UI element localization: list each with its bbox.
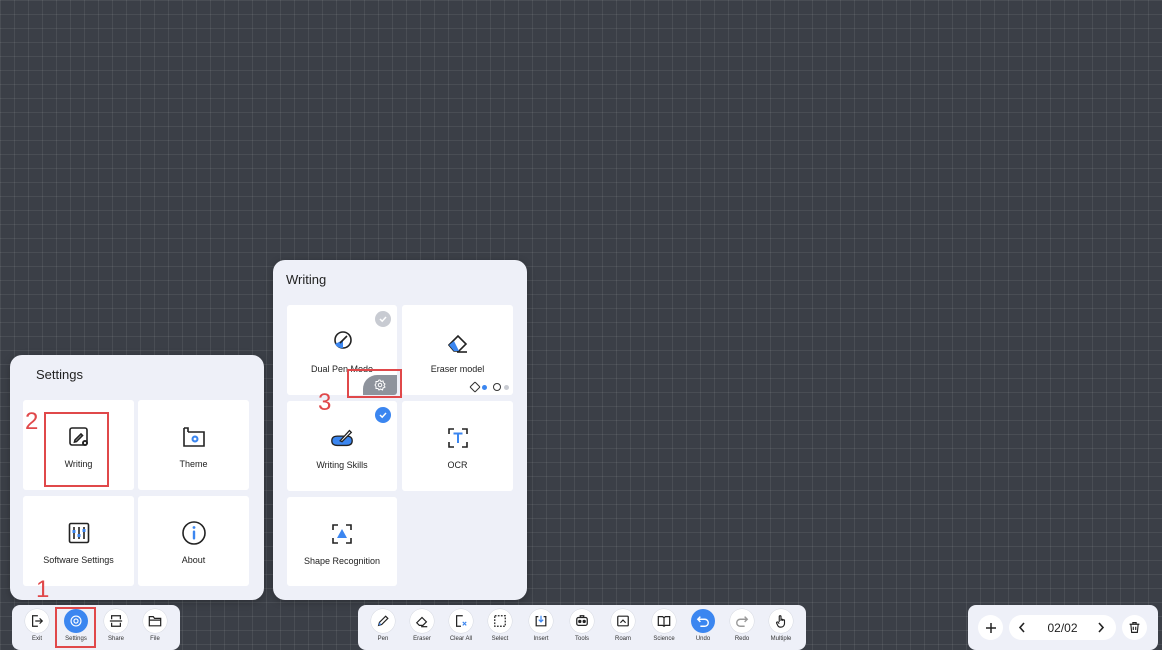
writing-tile-ocr[interactable]: OCR: [402, 401, 513, 491]
toolbar-science-label: Science: [653, 636, 675, 642]
redo-icon: [736, 616, 749, 627]
insert-icon: [535, 615, 547, 627]
writing-skills-icon: [329, 425, 355, 451]
writing-panel: Writing Dual Pen Mode Eraser model Writi…: [273, 260, 527, 600]
eraser-model-label: Eraser model: [430, 364, 485, 374]
writing-tile-shape-recognition[interactable]: Shape Recognition: [287, 497, 397, 586]
writing-tile-writing-skills[interactable]: Writing Skills: [287, 401, 397, 491]
settings-panel-title: Settings: [36, 367, 83, 382]
page-navigation: 02/02: [968, 605, 1158, 650]
clear-all-icon: [456, 615, 467, 627]
settings-panel: Settings Writing Theme Software Settings…: [10, 355, 264, 600]
writing-skills-label: Writing Skills: [316, 460, 368, 470]
add-page-button[interactable]: [978, 615, 1003, 640]
info-icon: [181, 520, 207, 546]
annotation-number-1: 1: [36, 576, 50, 603]
settings-tile-software-settings[interactable]: Software Settings: [23, 496, 134, 586]
eraser-gesture-icon: [493, 383, 501, 391]
hand-icon: [776, 615, 786, 628]
left-toolbar: Exit Settings Share File: [12, 605, 180, 650]
eraser-model-icon: [445, 329, 471, 355]
delete-page-button[interactable]: [1122, 615, 1147, 640]
toolbar-pen-button[interactable]: Pen: [363, 605, 403, 642]
toolbar-undo-label: Undo: [695, 636, 711, 642]
settings-tile-software-settings-label: Software Settings: [43, 555, 114, 565]
eraser-mode-dot-inactive: [504, 384, 509, 390]
toolbar-select-button[interactable]: Select: [480, 605, 520, 642]
eraser-icon: [415, 616, 428, 628]
book-icon: [657, 616, 671, 627]
shape-recognition-label: Shape Recognition: [303, 556, 381, 566]
toolbar-tools-button[interactable]: Tools: [562, 605, 602, 642]
toolbar-roam-button[interactable]: Roam: [603, 605, 643, 642]
toolbar-insert-button[interactable]: Insert: [521, 605, 561, 642]
dual-pen-mode-label: Dual Pen Mode: [310, 364, 374, 374]
toolbar-file-label: File: [150, 636, 160, 642]
settings-tile-writing[interactable]: Writing: [23, 400, 134, 490]
writing-tile-eraser-model[interactable]: Eraser model: [402, 305, 513, 395]
dual-pen-settings-button[interactable]: [363, 375, 397, 395]
plus-icon: [985, 622, 996, 633]
toolbar-eraser-label: Eraser: [413, 636, 431, 642]
toolbar-share-label: Share: [107, 636, 124, 642]
roam-icon: [617, 615, 629, 627]
toolbar-share-button[interactable]: Share: [96, 605, 136, 642]
shape-recognition-icon: [329, 521, 355, 547]
chevron-right-icon: [1098, 622, 1105, 633]
next-page-button[interactable]: [1096, 621, 1108, 634]
toolbar-multiple-label: Multiple: [770, 636, 792, 642]
toolbar-exit-label: Exit: [31, 636, 42, 642]
toolbar-file-button[interactable]: File: [135, 605, 175, 642]
dual-pen-icon: [329, 329, 355, 355]
settings-tile-theme[interactable]: Theme: [138, 400, 249, 490]
pen-icon: [377, 615, 389, 627]
toolbar-clear-all-button[interactable]: Clear All: [441, 605, 481, 642]
gear-icon: [70, 615, 82, 627]
dual-pen-check-icon: [375, 311, 391, 327]
writing-panel-title: Writing: [286, 272, 327, 287]
sliders-icon: [66, 520, 92, 546]
trash-icon: [1129, 622, 1140, 633]
main-toolbar: Pen Eraser Clear All Select Insert Tools: [358, 605, 806, 650]
share-icon: [109, 615, 123, 627]
settings-tile-about[interactable]: About: [138, 496, 249, 586]
undo-icon: [696, 616, 709, 627]
toolbar-exit-button[interactable]: Exit: [17, 605, 57, 642]
writing-settings-icon: [66, 424, 92, 450]
annotation-number-2: 2: [25, 408, 39, 435]
toolbar-science-button[interactable]: Science: [644, 605, 684, 642]
settings-tile-about-label: About: [181, 555, 206, 565]
tools-icon: [576, 615, 588, 626]
eraser-mode-indicators: [469, 381, 509, 393]
exit-icon: [32, 615, 44, 627]
ocr-label: OCR: [447, 460, 468, 470]
writing-tile-dual-pen-mode[interactable]: Dual Pen Mode: [287, 305, 397, 395]
toolbar-insert-label: Insert: [533, 636, 549, 642]
toolbar-clear-all-label: Clear All: [449, 636, 473, 642]
gear-icon: [374, 379, 386, 391]
select-icon: [494, 615, 506, 627]
page-selector: 02/02: [1009, 615, 1116, 640]
toolbar-settings-label: Settings: [65, 636, 87, 642]
settings-tile-writing-label: Writing: [64, 459, 93, 469]
ocr-icon: [445, 425, 471, 451]
folder-icon: [148, 616, 162, 627]
writing-skills-check-icon: [375, 407, 391, 423]
annotation-number-3: 3: [318, 389, 332, 416]
toolbar-multiple-button[interactable]: Multiple: [761, 605, 801, 642]
toolbar-tools-label: Tools: [574, 636, 589, 642]
eraser-small-icon: [469, 381, 481, 393]
toolbar-pen-label: Pen: [377, 636, 389, 642]
toolbar-redo-label: Redo: [734, 636, 750, 642]
toolbar-eraser-button[interactable]: Eraser: [402, 605, 442, 642]
toolbar-undo-button[interactable]: Undo: [683, 605, 723, 642]
theme-icon: [181, 424, 207, 450]
toolbar-select-label: Select: [491, 636, 509, 642]
toolbar-redo-button[interactable]: Redo: [722, 605, 762, 642]
toolbar-settings-button[interactable]: Settings: [56, 605, 96, 642]
settings-tile-theme-label: Theme: [179, 459, 208, 469]
toolbar-roam-label: Roam: [614, 636, 631, 642]
eraser-mode-dot-active: [482, 384, 487, 390]
